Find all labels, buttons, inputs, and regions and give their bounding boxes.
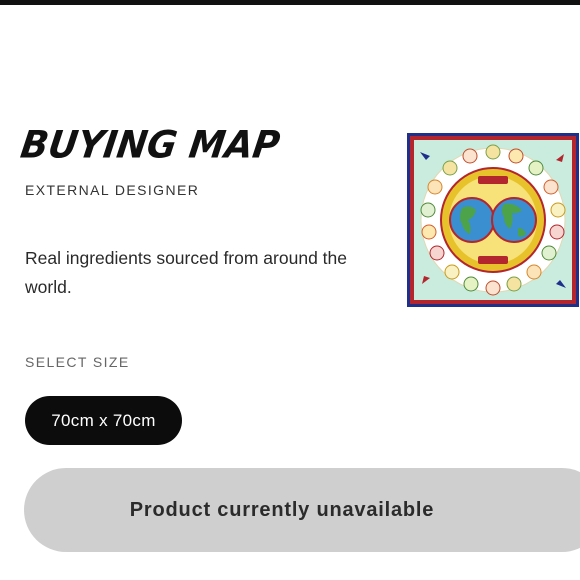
product-description: Real ingredients sourced from around the… [25,248,347,297]
unavailable-button[interactable]: Product currently unavailable [24,468,580,552]
top-bar [0,0,580,5]
globe-east [491,197,537,243]
globe-west [449,197,495,243]
product-title: BUYING MAP [17,124,283,168]
size-option-70cm[interactable]: 70cm x 70cm [25,396,182,445]
bottom-banner [478,256,508,264]
product-image[interactable] [406,132,580,308]
unavailable-button-label: Product currently unavailable [129,498,435,521]
size-label: SELECT SIZE [25,354,130,370]
top-banner [478,176,508,184]
product-designer: EXTERNAL DESIGNER [25,182,200,198]
